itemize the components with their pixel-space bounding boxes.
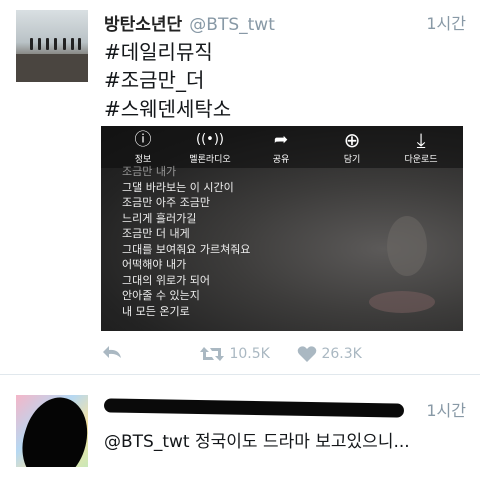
photo-face-detail <box>387 216 427 276</box>
tweet-header: 방탄소년단 @BTS_twt 1시간 <box>104 10 466 35</box>
retweet-count: 10.5K <box>229 346 270 362</box>
avatar-ground <box>16 54 88 82</box>
tweet[interactable]: 1시간 @BTS_twt 정국이도 드라마 보고있으니... <box>0 375 480 485</box>
download-label: 다운로드 <box>404 155 438 165</box>
avatar-figure <box>38 38 41 50</box>
like-button[interactable]: 26.3K <box>297 343 362 365</box>
user-handle[interactable]: @BTS_twt <box>189 15 275 35</box>
lyric-line: 안아줄 수 있는지 <box>122 289 200 302</box>
add-icon: ⊕ <box>343 128 361 152</box>
info-button[interactable]: ⓘ 정보 <box>113 128 173 165</box>
lyric-line: 그댈 바라보는 이 시간이 <box>122 180 234 194</box>
tweet-text: @BTS_twt 정국이도 드라마 보고있으니... <box>104 432 410 452</box>
reply-icon <box>103 346 121 358</box>
lyric-line: 그대를 보여줘요 가르쳐줘요 <box>122 242 251 256</box>
lyric-line: 조금만 내가 <box>122 165 177 178</box>
avatar-figure <box>63 38 66 50</box>
tweet[interactable]: 방탄소년단 @BTS_twt 1시간 #데일리뮤직 #조금만_더 #스웨덴세탁소… <box>0 0 480 374</box>
share-icon: ➦ <box>273 130 289 150</box>
like-count: 26.3K <box>321 346 362 362</box>
tweet-media-image[interactable]: ⓘ 정보 ((•)) 멜론라디오 ➦ 공유 ⊕ 담기 ⤓ 다운로드 조금만 내가… <box>101 126 463 331</box>
avatar-figure <box>54 38 57 50</box>
reply-button[interactable] <box>101 343 123 368</box>
avatar-figure <box>30 38 33 50</box>
download-button[interactable]: ⤓ 다운로드 <box>391 128 451 165</box>
share-button[interactable]: ➦ 공유 <box>251 128 311 165</box>
avatar[interactable] <box>16 395 88 467</box>
lyric-line: 조금만 아주 조금만 <box>122 196 210 209</box>
avatar[interactable] <box>16 10 88 82</box>
avatar-figure <box>46 38 49 50</box>
add-label: 담기 <box>343 155 361 165</box>
retweet-button[interactable]: 10.5K <box>199 343 270 365</box>
photo-face-detail <box>369 291 435 313</box>
lyric-line: 어떡해야 내가 <box>122 258 187 271</box>
lyric-line: 그대의 위로가 되어 <box>122 273 210 287</box>
radio-icon: ((•)) <box>196 132 224 147</box>
timestamp[interactable]: 1시간 <box>426 10 466 34</box>
avatar-figure <box>78 38 81 50</box>
info-icon: ⓘ <box>134 130 152 150</box>
timestamp[interactable]: 1시간 <box>426 397 466 421</box>
radio-button[interactable]: ((•)) 멜론라디오 <box>180 128 240 165</box>
hashtag-link[interactable]: #스웨덴세탁소 <box>104 93 231 122</box>
lyric-line: 내 모든 온기로 <box>122 304 190 318</box>
download-icon: ⤓ <box>416 128 426 152</box>
player-toolbar: ⓘ 정보 ((•)) 멜론라디오 ➦ 공유 ⊕ 담기 ⤓ 다운로드 <box>101 126 463 168</box>
tweet-header: 1시간 <box>103 397 466 421</box>
avatar-redaction <box>16 395 88 467</box>
display-name[interactable]: 방탄소년단 <box>104 15 182 35</box>
avatar-figure <box>71 38 74 50</box>
lyric-line: 조금만 더 내게 <box>122 227 190 240</box>
lyrics-block: 조금만 내가 그댈 바라보는 이 시간이 조금만 아주 조금만 느리게 흘러가길… <box>122 165 251 319</box>
heart-icon <box>297 346 317 362</box>
redacted-name <box>103 398 405 418</box>
retweet-icon <box>200 347 224 361</box>
tweet-actions: 10.5K 26.3K <box>101 343 466 367</box>
lyric-line: 느리게 흘러가길 <box>122 211 197 225</box>
add-button[interactable]: ⊕ 담기 <box>322 128 382 165</box>
hashtag-link[interactable]: #조금만_더 <box>104 64 204 93</box>
hashtag-link[interactable]: #데일리뮤직 <box>104 36 213 65</box>
share-label: 공유 <box>272 155 290 165</box>
